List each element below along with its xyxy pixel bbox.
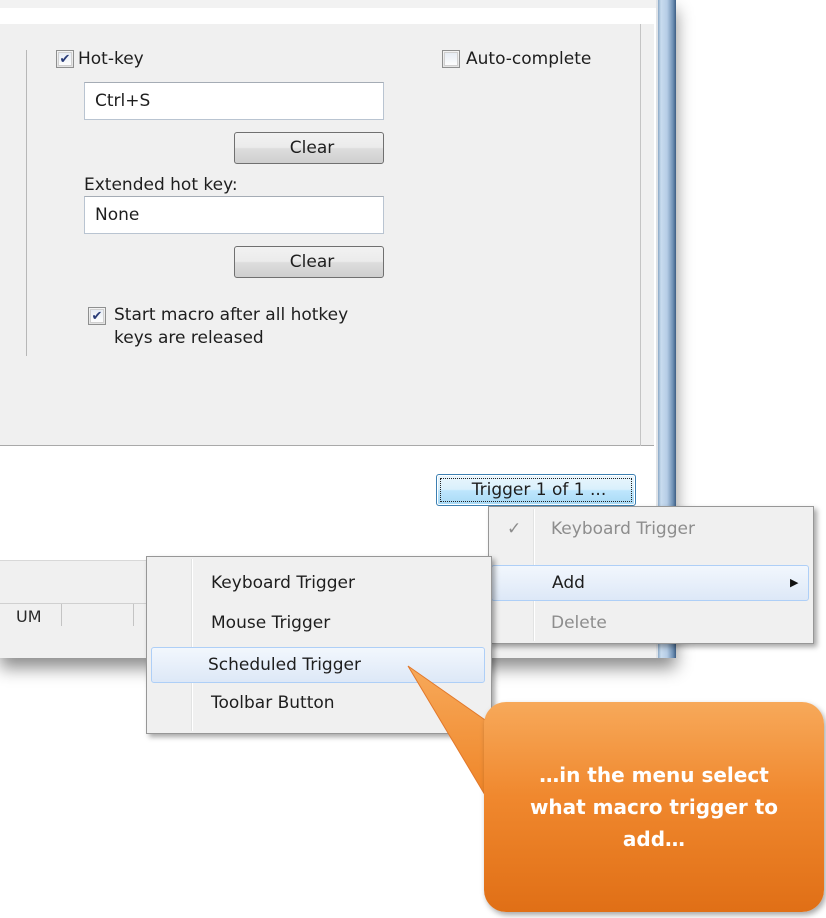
callout-text: …in the menu select what macro trigger t…	[529, 763, 779, 851]
callout-bubble: …in the menu select what macro trigger t…	[484, 702, 824, 912]
